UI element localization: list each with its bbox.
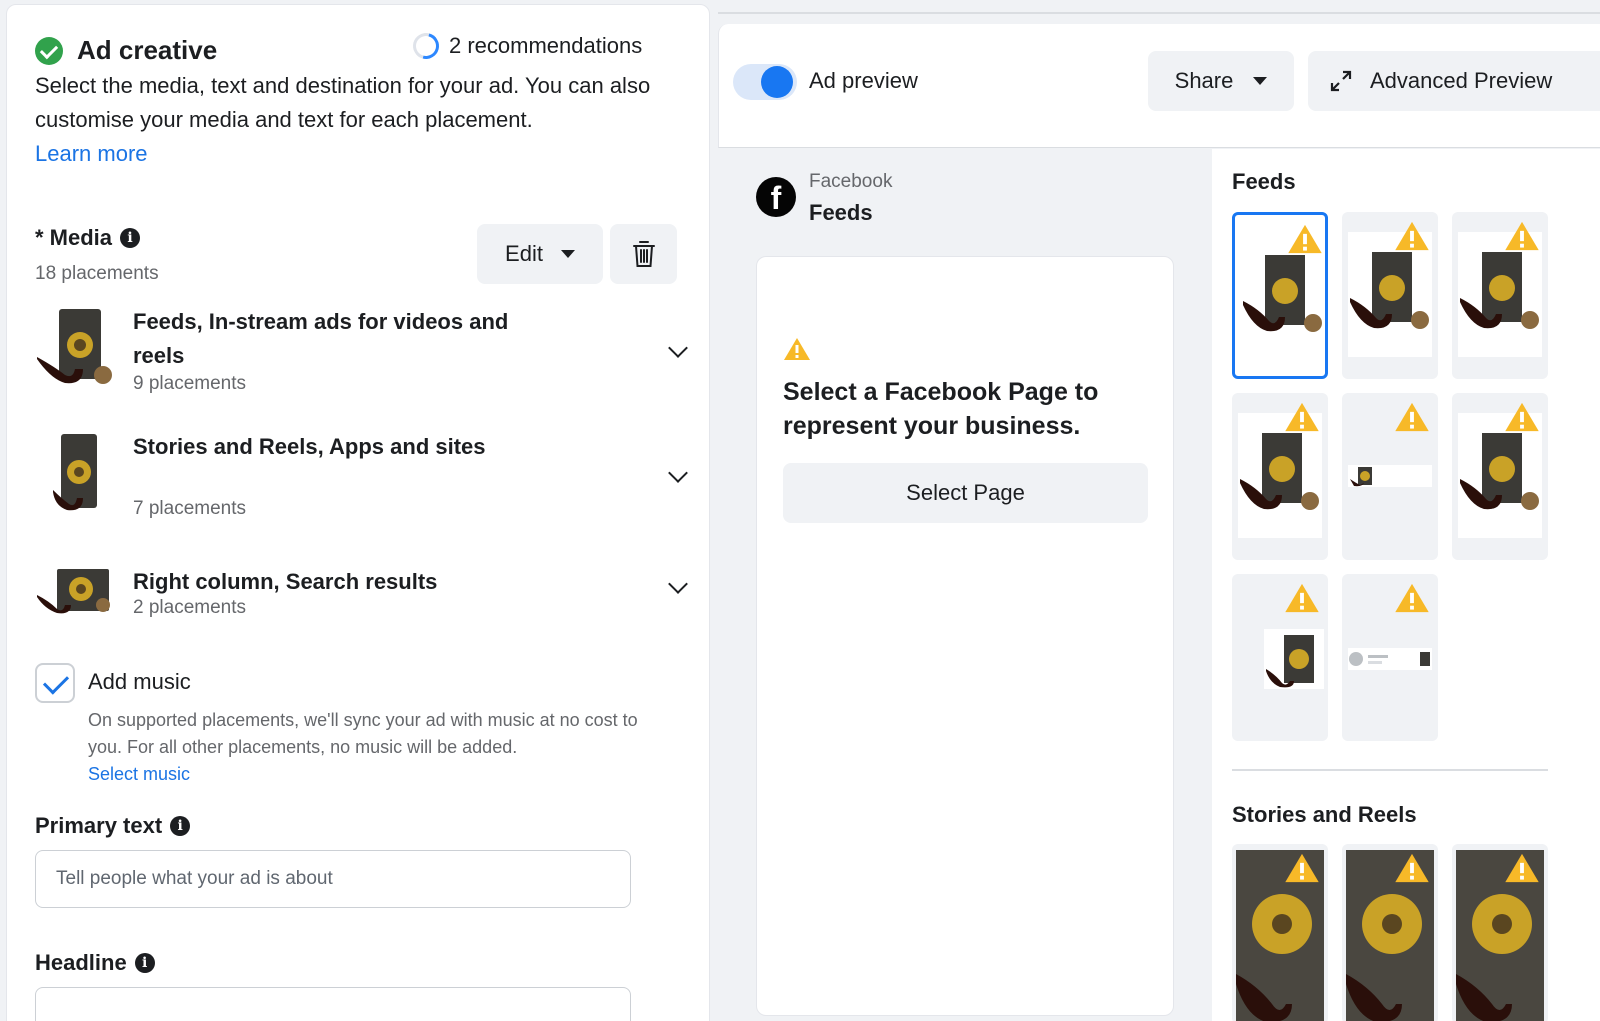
headline-label-text: Headline	[35, 950, 127, 975]
headline-label: Headline i	[35, 950, 155, 976]
primary-text-label: Primary text i	[35, 813, 191, 839]
warning-icon	[1395, 583, 1429, 613]
media-section-label: * Media i	[35, 225, 141, 251]
caret-down-icon	[1253, 77, 1268, 85]
trash-icon	[632, 241, 655, 267]
ad-creative-panel: Ad creative 2 recommendations Select the…	[6, 4, 710, 1021]
expand-icon	[1330, 70, 1352, 92]
placement-thumbnail[interactable]	[1342, 574, 1438, 741]
preview-card: Select a Facebook Page to represent your…	[756, 256, 1174, 1016]
share-button[interactable]: Share	[1148, 51, 1294, 111]
placement-thumbnail[interactable]	[1232, 574, 1328, 741]
chevron-down-icon[interactable]	[668, 574, 688, 594]
warning-icon	[1505, 402, 1539, 432]
edit-button-label: Edit	[505, 241, 543, 266]
ad-preview-label: Ad preview	[809, 68, 918, 93]
placement-thumbnail[interactable]	[1452, 212, 1548, 379]
headline-input[interactable]	[35, 987, 631, 1021]
media-placements-count: 18 placements	[35, 263, 159, 284]
info-icon[interactable]: i	[120, 228, 141, 248]
placement-group-count: 2 placements	[133, 597, 247, 618]
delete-media-button[interactable]	[610, 224, 677, 284]
chevron-down-icon[interactable]	[668, 463, 688, 483]
story-thumbnail[interactable]	[1452, 844, 1548, 1021]
select-page-message: Select a Facebook Page to represent your…	[783, 378, 1099, 440]
recommendations-label: 2 recommendations	[449, 33, 643, 58]
feeds-section-title: Feeds	[1232, 169, 1296, 194]
placement-group-title: Feeds, In-stream ads for videos and reel…	[133, 309, 509, 368]
media-label-text: * Media	[35, 225, 113, 250]
placement-group-count: 7 placements	[133, 498, 247, 519]
chevron-down-icon[interactable]	[668, 338, 688, 358]
recommendations-link[interactable]: 2 recommendations	[408, 28, 643, 64]
placement-group-title: Stories and Reels, Apps and sites	[133, 434, 486, 459]
share-button-label: Share	[1174, 68, 1234, 93]
placement-preview	[1264, 629, 1324, 689]
product-thumbnail	[37, 309, 112, 384]
search-result-row	[1349, 652, 1430, 666]
description-text: Select the media, text and destination f…	[35, 73, 651, 132]
placement-preview	[1348, 465, 1432, 487]
learn-more-link[interactable]: Learn more	[35, 137, 675, 171]
story-thumbnail[interactable]	[1342, 844, 1438, 1021]
primary-text-label-text: Primary text	[35, 813, 163, 838]
placement-group-feeds[interactable]: Feeds, In-stream ads for videos and reel…	[35, 305, 688, 405]
warning-icon	[1395, 853, 1429, 883]
info-icon[interactable]: i	[170, 816, 191, 836]
add-music-description: On supported placements, we'll sync your…	[88, 707, 658, 788]
ad-preview-area: f Facebook Feeds Select a Facebook Page …	[718, 149, 1212, 1021]
warning-icon	[1285, 402, 1319, 432]
advanced-preview-label: Advanced Preview	[1370, 68, 1553, 93]
warning-icon	[1285, 853, 1319, 883]
placement-group-stories[interactable]: Stories and Reels, Apps and sites 7 plac…	[35, 430, 688, 530]
preview-toolbar: Ad preview Share Advanced Preview	[718, 24, 1600, 148]
warning-icon	[1505, 221, 1539, 251]
preview-placement: Feeds	[809, 200, 873, 225]
warning-icon	[1505, 853, 1539, 883]
advanced-preview-button[interactable]: Advanced Preview	[1308, 51, 1600, 111]
placement-thumbnail[interactable]	[1342, 393, 1438, 560]
select-music-link[interactable]: Select music	[88, 761, 658, 788]
top-divider	[718, 12, 1600, 14]
ad-creative-header: Ad creative	[35, 35, 217, 66]
warning-icon	[1395, 221, 1429, 251]
select-page-button[interactable]: Select Page	[783, 463, 1148, 523]
warning-icon	[1285, 583, 1319, 613]
facebook-logo-icon: f	[756, 177, 796, 217]
product-thumbnail	[1350, 467, 1372, 487]
warning-icon	[1395, 402, 1429, 432]
warning-icon	[784, 338, 810, 360]
placement-thumbnail[interactable]	[1342, 212, 1438, 379]
stories-section-title: Stories and Reels	[1232, 802, 1417, 827]
placement-thumbnail[interactable]	[1232, 393, 1328, 560]
placement-preview	[1348, 648, 1432, 670]
placement-group-count: 9 placements	[133, 373, 247, 394]
ad-creative-description: Select the media, text and destination f…	[35, 69, 675, 171]
add-music-checkbox[interactable]	[35, 663, 75, 703]
placement-group-title: Right column, Search results	[133, 569, 438, 594]
ad-creative-title: Ad creative	[77, 35, 218, 65]
placement-thumbnail[interactable]	[1232, 212, 1328, 379]
story-thumbnail[interactable]	[1232, 844, 1328, 1021]
primary-text-input[interactable]	[35, 850, 631, 908]
ad-preview-toggle[interactable]	[733, 64, 797, 100]
info-icon[interactable]: i	[134, 953, 155, 973]
caret-down-icon	[560, 250, 575, 258]
section-divider	[1232, 769, 1548, 771]
placement-thumbnail[interactable]	[1452, 393, 1548, 560]
preview-platform: Facebook	[809, 171, 893, 192]
add-music-label: Add music	[88, 669, 191, 694]
placements-sidebar: Feeds Stories and Reels	[1212, 149, 1600, 1021]
music-description-text: On supported placements, we'll sync your…	[88, 710, 638, 757]
placement-group-right-column[interactable]: Right column, Search results 2 placement…	[35, 565, 688, 635]
warning-icon	[1288, 224, 1322, 254]
product-thumbnail	[37, 569, 110, 614]
product-thumbnail	[53, 434, 97, 511]
success-check-icon	[35, 36, 63, 65]
edit-media-button[interactable]: Edit	[477, 224, 603, 284]
progress-ring-icon	[408, 28, 444, 64]
product-thumbnail	[1266, 635, 1314, 688]
